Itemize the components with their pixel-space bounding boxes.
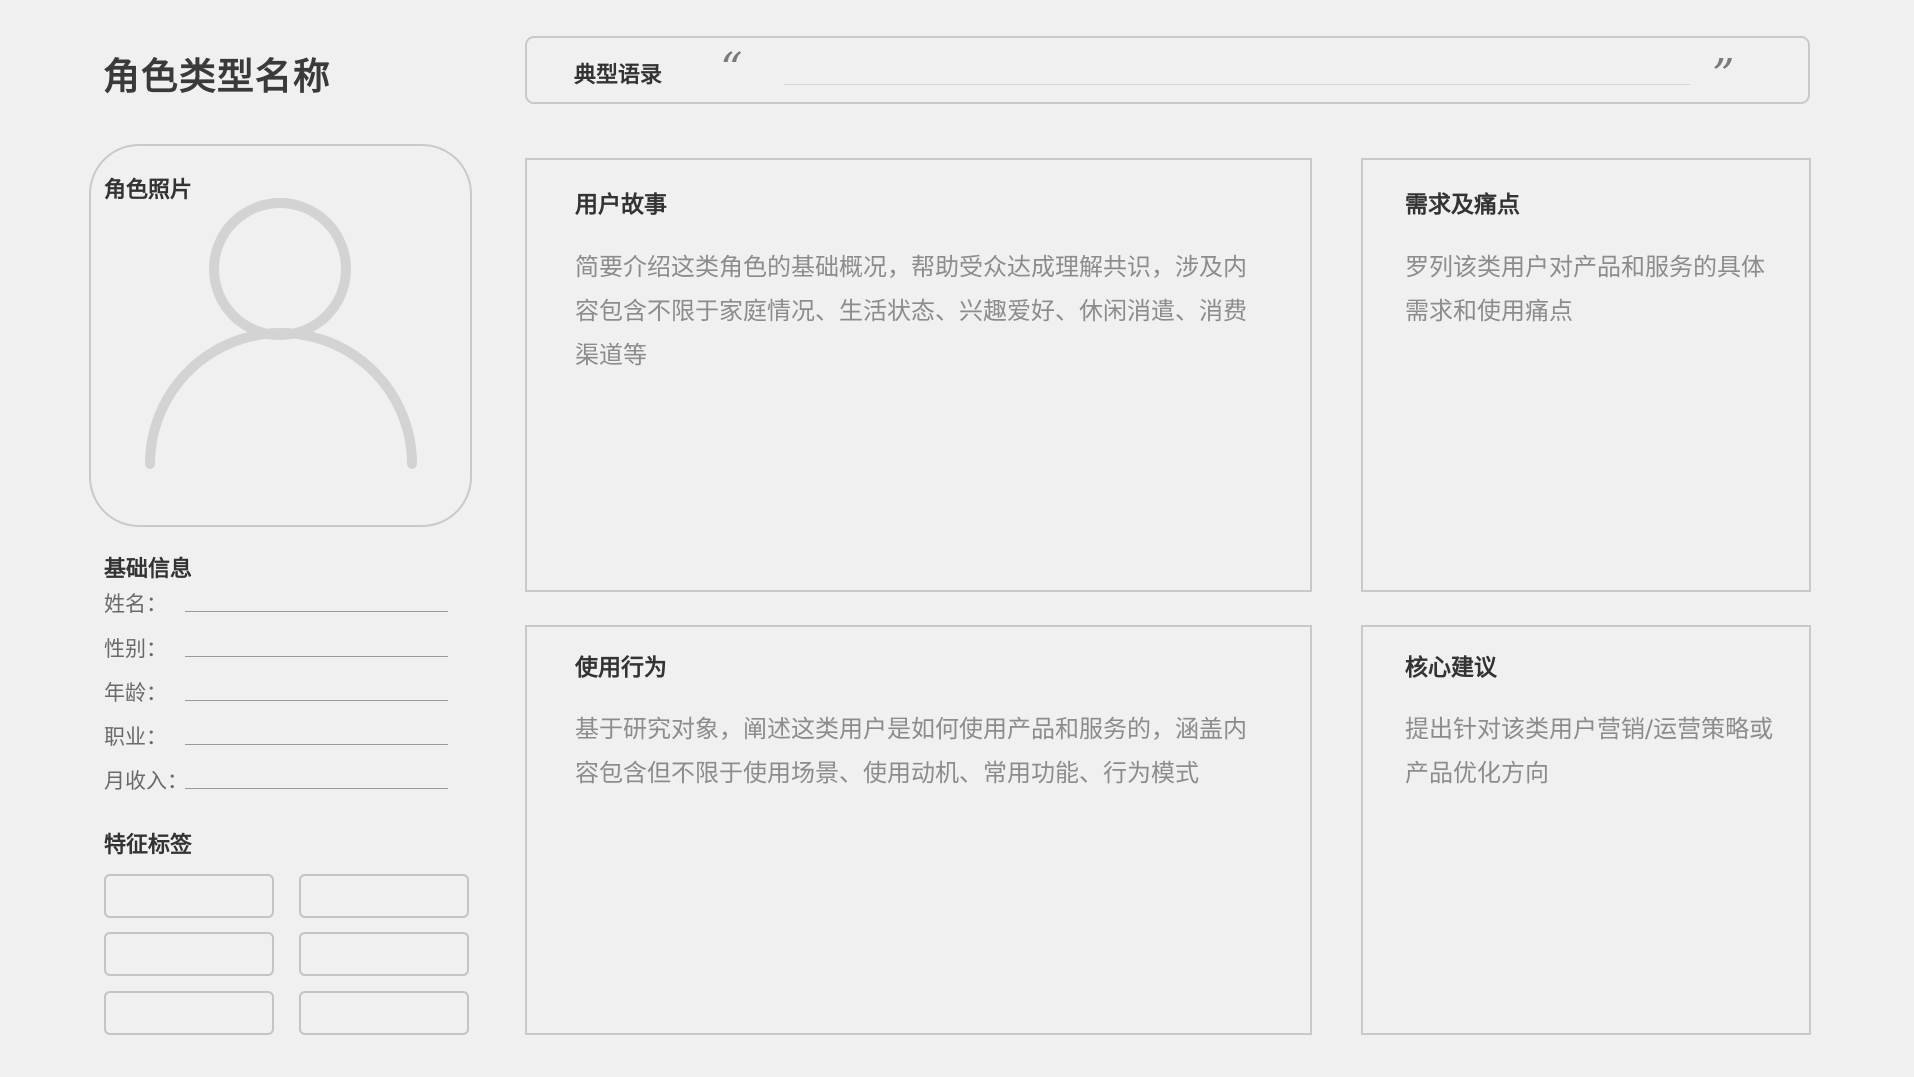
tag-box[interactable] (299, 991, 469, 1035)
name-field[interactable] (185, 611, 448, 612)
user-story-body: 简要介绍这类角色的基础概况，帮助受众达成理解共识，涉及内容包含不限于家庭情况、生… (575, 253, 1247, 369)
needs-body: 罗列该类用户对产品和服务的具体需求和使用痛点 (1405, 253, 1765, 325)
tags-title: 特征标签 (104, 833, 193, 858)
basic-info-title: 基础信息 (104, 557, 193, 582)
tag-box[interactable] (104, 991, 274, 1035)
income-label: 月收入： (104, 769, 188, 793)
user-avatar-icon (145, 198, 417, 469)
behavior-panel[interactable] (525, 625, 1312, 1035)
quote-bar (525, 36, 1810, 104)
advice-panel[interactable] (1361, 625, 1811, 1035)
close-quote-icon: ” (1712, 50, 1734, 101)
tag-box[interactable] (299, 874, 469, 918)
advice-body: 提出针对该类用户营销/运营策略或产品优化方向 (1405, 715, 1774, 787)
gender-label: 性别： (104, 637, 167, 661)
occupation-field[interactable] (185, 744, 448, 745)
tag-box[interactable] (104, 932, 274, 976)
income-field[interactable] (185, 788, 448, 789)
tag-box[interactable] (104, 874, 274, 918)
quote-label: 典型语录 (574, 63, 663, 88)
advice-title: 核心建议 (1405, 655, 1497, 681)
behavior-title: 使用行为 (575, 655, 667, 681)
name-label: 姓名： (104, 592, 167, 616)
gender-field[interactable] (185, 656, 448, 657)
age-field[interactable] (185, 700, 448, 701)
user-story-title: 用户故事 (575, 192, 667, 218)
behavior-body: 基于研究对象，阐述这类用户是如何使用产品和服务的，涵盖内容包含但不限于使用场景、… (575, 715, 1247, 787)
quote-input-line[interactable] (784, 84, 1690, 85)
tag-box[interactable] (299, 932, 469, 976)
open-quote-icon: “ (720, 44, 742, 95)
occupation-label: 职业： (104, 725, 167, 749)
needs-panel[interactable] (1361, 158, 1811, 592)
page-title: 角色类型名称 (103, 55, 331, 98)
age-label: 年龄： (104, 681, 167, 705)
needs-title: 需求及痛点 (1405, 192, 1520, 218)
